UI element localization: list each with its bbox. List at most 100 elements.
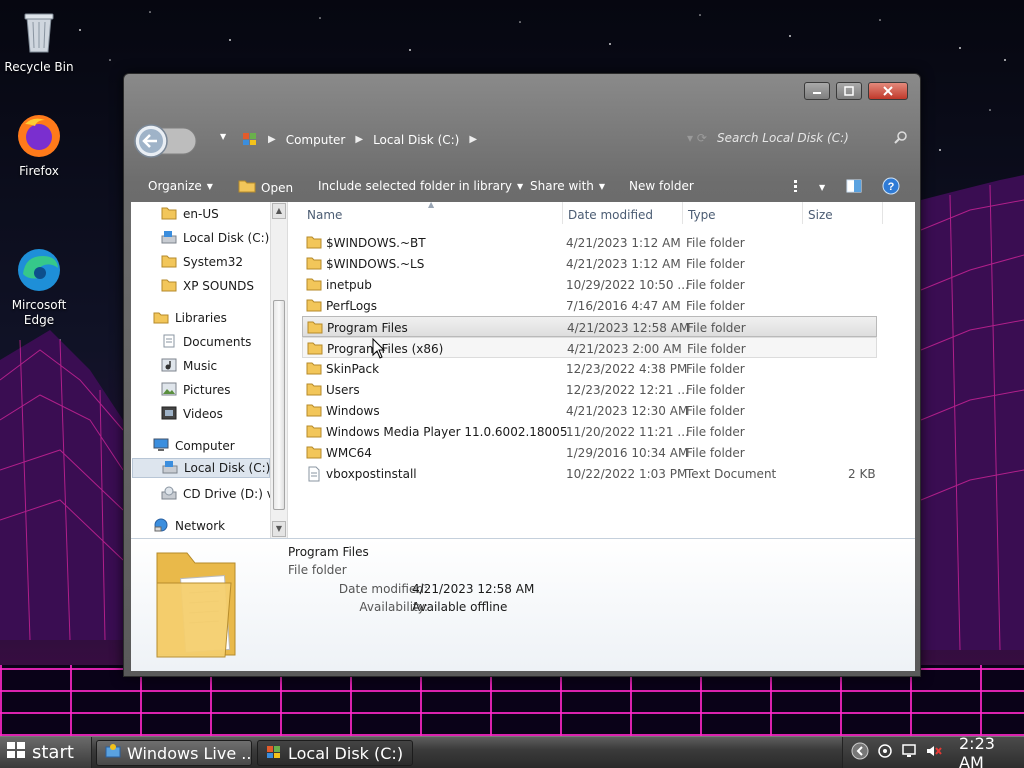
file-row[interactable]: PerfLogs 7/16/2016 4:47 AM File folder (302, 295, 877, 316)
scroll-up-icon[interactable]: ▲ (272, 203, 286, 219)
taskbar-item-windows-live[interactable]: Windows Live ... (96, 740, 252, 766)
folder-icon (307, 341, 323, 358)
show-hidden-icons-button[interactable] (851, 742, 869, 763)
file-row[interactable]: $WINDOWS.~BT 4/21/2023 1:12 AM File folder (302, 232, 877, 253)
network-tray-icon[interactable] (877, 743, 893, 762)
help-icon: ? (882, 177, 900, 198)
drive-icon (161, 230, 177, 247)
nav-item-local-disk[interactable]: Local Disk (C:) (161, 228, 269, 248)
share-with-button[interactable]: Share with ▼ (530, 179, 605, 193)
file-row[interactable]: Program Files (x86) 4/21/2023 2:00 AM File… (302, 337, 877, 358)
nav-item-libraries[interactable]: Libraries (153, 308, 227, 328)
history-dropdown-icon[interactable]: ▼ (220, 132, 226, 141)
nav-item-local-disk-selected[interactable]: Local Disk (C:) (132, 458, 270, 478)
command-bar: Organize ▼ Open Include selected folder i… (124, 170, 920, 202)
folder-icon (161, 278, 177, 295)
column-header-size[interactable]: Size (808, 202, 833, 228)
desktop-icon-firefox[interactable]: Firefox (1, 112, 77, 178)
nav-item-network[interactable]: Network (153, 516, 225, 536)
chevron-right-icon[interactable]: ▶ (268, 134, 276, 145)
navigation-bar: ▼ ▶ Computer ▶ Local Disk (C:) ▶ ▾ ⟳ Sea… (132, 118, 912, 164)
nav-item-label: Pictures (183, 383, 231, 397)
volume-muted-icon[interactable] (925, 743, 943, 762)
back-button[interactable] (132, 122, 198, 160)
file-type: Text Document (686, 467, 777, 481)
file-name: SkinPack (326, 362, 380, 376)
nav-scrollbar[interactable]: ▲ ▼ (270, 202, 287, 538)
chevron-down-icon: ▼ (819, 183, 826, 192)
nav-item-xp-sounds[interactable]: XP SOUNDS (161, 276, 254, 296)
taskbar-item-local-disk[interactable]: Local Disk (C:) (257, 740, 413, 766)
details-date-label: Date modified: (338, 582, 428, 596)
column-header-type[interactable]: Type (688, 202, 716, 228)
view-options-button[interactable]: ▼ (792, 179, 825, 196)
nav-item-videos[interactable]: Videos (161, 404, 223, 424)
details-name: Program Files (288, 545, 369, 559)
refresh-icon[interactable]: ▾ ⟳ (687, 131, 707, 145)
file-row[interactable]: Windows Media Player 11.0.6002.18005 11/2… (302, 421, 877, 442)
clock[interactable]: 2:23 AM (959, 734, 1024, 768)
minimize-icon (813, 92, 821, 94)
search-input[interactable]: Search Local Disk (C:) (717, 131, 849, 145)
start-button[interactable]: start (0, 737, 92, 768)
file-type: File folder (687, 321, 746, 335)
desktop-icon-recycle-bin[interactable]: Recycle Bin (1, 8, 77, 74)
desktop-icon-edge[interactable]: Mircosoft Edge (1, 216, 77, 343)
file-date: 12/23/2022 4:38 PM (566, 362, 688, 376)
file-row[interactable]: Program Files 4/21/2023 12:58 AM File fold… (302, 316, 877, 337)
scroll-down-icon[interactable]: ▼ (272, 521, 286, 537)
file-row[interactable]: WMC64 1/29/2016 10:34 AM File folder (302, 442, 877, 463)
search-icon (894, 130, 908, 147)
file-type: File folder (686, 362, 745, 376)
preview-pane-button[interactable] (846, 179, 862, 196)
nav-item-computer[interactable]: Computer (153, 436, 235, 456)
include-in-library-button[interactable]: Include selected folder in library ▼ (318, 179, 523, 193)
nav-item-cd-drive[interactable]: CD Drive (D:) virt (161, 484, 287, 504)
file-row[interactable]: Users 12/23/2022 12:21 ... File folder (302, 379, 877, 400)
organize-button[interactable]: Organize ▼ (148, 179, 213, 193)
column-divider[interactable] (882, 202, 883, 224)
chevron-right-icon[interactable]: ▶ (469, 134, 477, 145)
open-button[interactable]: Open (238, 179, 293, 196)
nav-item-label: Local Disk (C:) (183, 231, 270, 245)
search-box[interactable]: Search Local Disk (C:) (707, 126, 912, 150)
scroll-thumb[interactable] (273, 300, 285, 510)
file-row[interactable]: inetpub 10/29/2022 10:50 ... File folder (302, 274, 877, 295)
minimize-button[interactable] (804, 82, 830, 100)
column-divider[interactable] (802, 202, 803, 224)
taskbar-item-label: Local Disk (C:) (288, 743, 404, 763)
file-row[interactable]: SkinPack 12/23/2022 4:38 PM File folder (302, 358, 877, 379)
details-availability-label: Availability: (359, 600, 428, 614)
file-name: Windows (326, 404, 380, 418)
file-name: WMC64 (326, 446, 372, 460)
nav-item-en-us[interactable]: en-US (161, 204, 219, 224)
file-row[interactable]: Windows 4/21/2023 12:30 AM File folder (302, 400, 877, 421)
file-row[interactable]: $WINDOWS.~LS 4/21/2023 1:12 AM File folder (302, 253, 877, 274)
column-header-date[interactable]: Date modified (568, 202, 653, 228)
file-row[interactable]: vboxpostinstall 10/22/2022 1:03 PM Text Do… (302, 463, 877, 484)
file-date: 7/16/2016 4:47 AM (566, 299, 681, 313)
breadcrumb-local-disk[interactable]: Local Disk (C:) (373, 133, 459, 147)
new-folder-button[interactable]: New folder (629, 179, 694, 193)
nav-item-system32[interactable]: System32 (161, 252, 243, 272)
help-button[interactable]: ? (882, 177, 900, 198)
monitor-tray-icon[interactable] (901, 743, 917, 762)
maximize-button[interactable] (836, 82, 862, 100)
file-type: File folder (686, 299, 745, 313)
column-header-name[interactable]: Name (307, 202, 342, 228)
close-button[interactable] (868, 82, 908, 100)
nav-item-pictures[interactable]: Pictures (161, 380, 231, 400)
firefox-icon (15, 112, 63, 160)
videos-icon (161, 406, 177, 423)
nav-item-label: Computer (175, 439, 235, 453)
nav-item-music[interactable]: Music (161, 356, 217, 376)
column-divider[interactable] (682, 202, 683, 224)
column-divider[interactable] (562, 202, 563, 224)
breadcrumb-computer[interactable]: Computer (286, 133, 346, 147)
nav-item-documents[interactable]: Documents (161, 332, 251, 352)
explorer-icon (266, 743, 282, 763)
file-date: 1/29/2016 10:34 AM (566, 446, 689, 460)
file-type: File folder (687, 342, 746, 356)
file-date: 4/21/2023 1:12 AM (566, 236, 681, 250)
chevron-right-icon[interactable]: ▶ (355, 134, 363, 145)
